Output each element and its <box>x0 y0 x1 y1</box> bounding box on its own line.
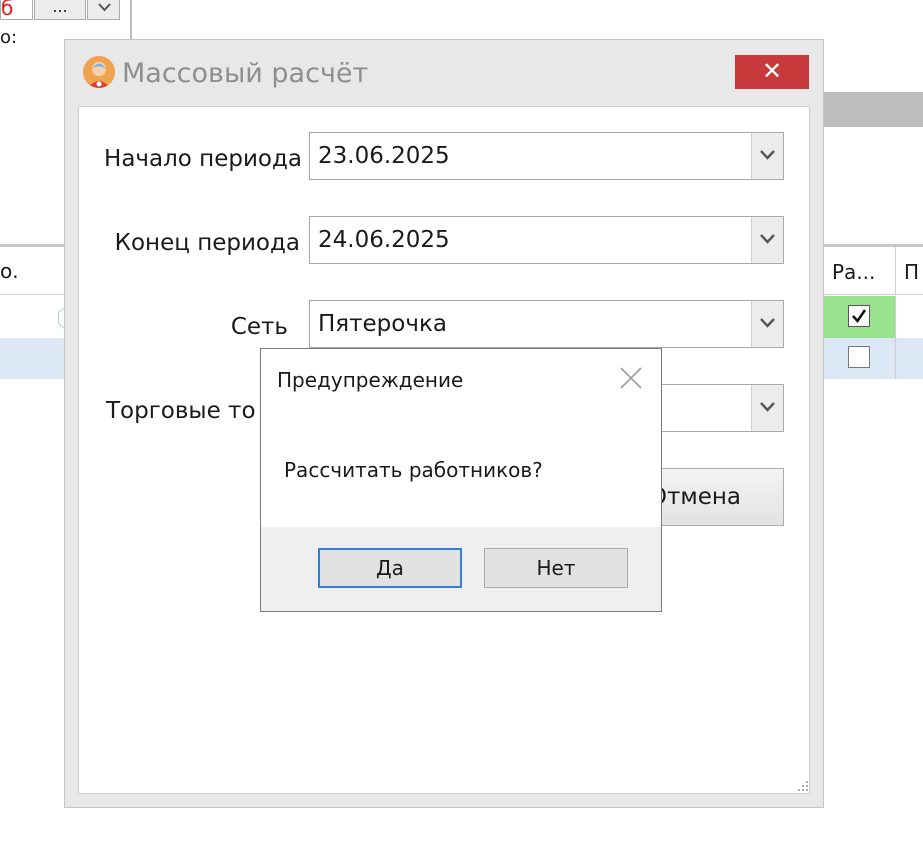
resize-grip-icon[interactable] <box>796 778 810 792</box>
background-toolbar-band <box>822 92 923 127</box>
background-red-value: б <box>1 0 14 20</box>
end-period-label: Конец периода <box>114 230 300 256</box>
table-row[interactable] <box>0 296 65 338</box>
close-icon: ✕ <box>761 57 783 85</box>
row-checkbox-checked[interactable] <box>848 305 870 327</box>
background-dropdown-button[interactable] <box>87 0 120 20</box>
checkmark-icon <box>852 309 867 324</box>
end-period-value: 24.06.2025 <box>318 227 450 253</box>
start-period-combobox[interactable]: 23.06.2025 <box>309 132 784 180</box>
chevron-down-icon <box>760 150 775 160</box>
end-period-dropdown-button[interactable] <box>751 217 783 263</box>
outlets-label: Торговые то <box>106 398 256 424</box>
message-box-title: Предупреждение <box>277 368 464 392</box>
yes-button[interactable]: Да <box>318 548 462 588</box>
no-button[interactable]: Нет <box>484 548 628 588</box>
network-combobox[interactable]: Пятерочка <box>309 300 784 348</box>
table-cell[interactable] <box>896 296 923 338</box>
table-column-header[interactable]: Ра... <box>822 247 896 295</box>
start-period-dropdown-button[interactable] <box>751 133 783 179</box>
chevron-down-icon <box>760 318 775 328</box>
close-icon <box>620 367 642 389</box>
network-dropdown-button[interactable] <box>751 301 783 347</box>
table-column-header[interactable]: П <box>896 247 923 295</box>
network-value: Пятерочка <box>318 311 447 337</box>
chevron-down-icon <box>98 3 111 12</box>
chevron-down-icon <box>760 402 775 412</box>
background-ellipsis-button[interactable]: ... <box>34 0 86 20</box>
close-button[interactable]: ✕ <box>735 55 809 89</box>
table-cell[interactable] <box>896 338 923 379</box>
row-checkbox[interactable] <box>848 346 870 368</box>
message-box-close-button[interactable] <box>619 366 643 390</box>
end-period-combobox[interactable]: 24.06.2025 <box>309 216 784 264</box>
background-label: о: <box>0 27 18 48</box>
background-table-header-left[interactable]: о. <box>0 247 65 295</box>
outlets-dropdown-button[interactable] <box>751 385 783 431</box>
message-box-text: Рассчитать работников? <box>284 458 543 482</box>
network-label: Сеть <box>230 314 288 340</box>
table-row[interactable] <box>0 338 65 379</box>
start-period-value: 23.06.2025 <box>318 143 450 169</box>
app-user-icon <box>83 56 115 88</box>
dialog-title: Массовый расчёт <box>122 58 369 89</box>
start-period-label: Начало периода <box>104 146 302 172</box>
background-top-field[interactable]: б <box>0 0 33 20</box>
chevron-down-icon <box>760 234 775 244</box>
